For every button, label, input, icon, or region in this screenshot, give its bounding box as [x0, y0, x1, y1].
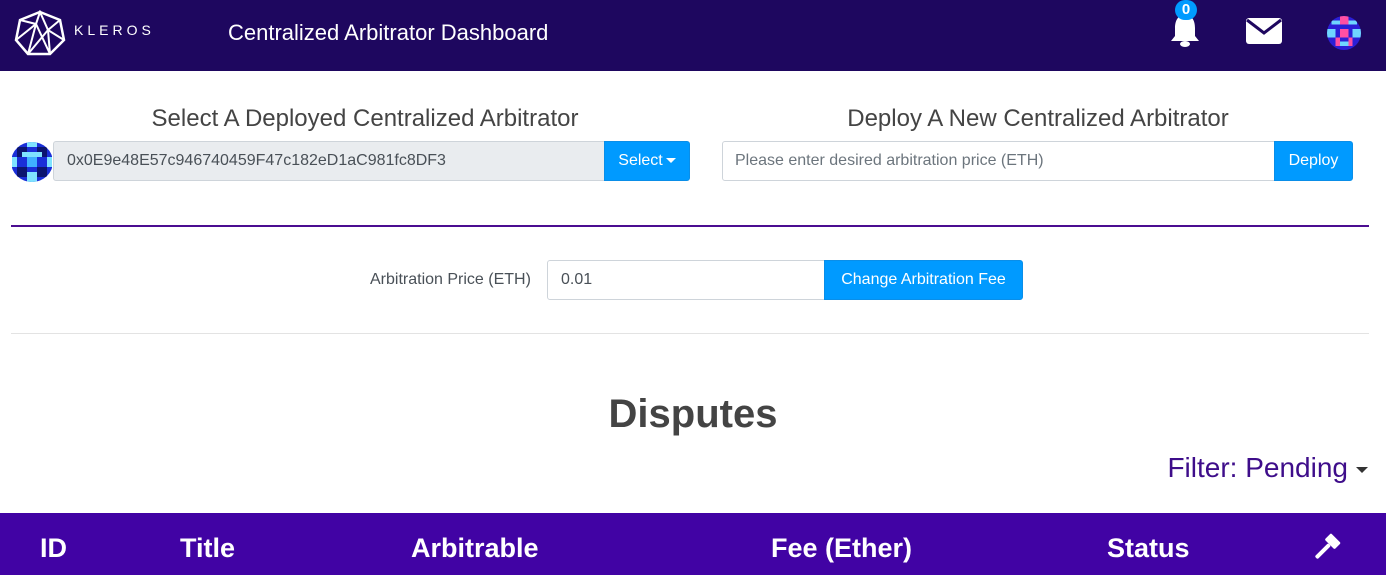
deploy-button[interactable]: Deploy: [1274, 141, 1353, 181]
arbitration-price-label: Arbitration Price (ETH): [370, 271, 531, 288]
filter-label: Filter: Pending: [1167, 452, 1348, 483]
arbitration-price-input[interactable]: [547, 260, 825, 300]
brand-name: KLEROS: [74, 22, 155, 38]
disputes-heading: Disputes: [608, 392, 778, 436]
column-header-id[interactable]: ID: [40, 533, 67, 564]
chevron-down-icon: [1356, 466, 1368, 473]
kleros-logo-icon[interactable]: [14, 10, 66, 56]
deploy-arbitrator-heading: Deploy A New Centralized Arbitrator: [847, 105, 1229, 132]
select-arbitrator-heading: Select A Deployed Centralized Arbitrator: [151, 105, 579, 132]
select-button-label: Select: [618, 152, 663, 169]
arbitrator-identicon-avatar: [12, 142, 52, 182]
column-header-fee[interactable]: Fee (Ether): [771, 533, 912, 564]
change-arbitration-fee-button[interactable]: Change Arbitration Fee: [824, 260, 1023, 300]
arbitrator-address-field[interactable]: [53, 141, 605, 181]
column-header-title[interactable]: Title: [180, 533, 235, 564]
gavel-icon: [1315, 533, 1341, 559]
section-divider: [11, 225, 1369, 227]
select-arbitrator-button[interactable]: Select: [604, 141, 690, 181]
top-navbar: KLEROS Centralized Arbitrator Dashboard …: [0, 0, 1386, 71]
column-header-status[interactable]: Status: [1107, 533, 1190, 564]
identicon-avatar[interactable]: [1327, 16, 1361, 50]
page-title: Centralized Arbitrator Dashboard: [228, 20, 549, 45]
mail-icon[interactable]: [1246, 18, 1282, 44]
chevron-down-icon: [665, 158, 676, 164]
notification-count-badge: 0: [1175, 0, 1197, 20]
fee-divider: [11, 333, 1369, 334]
column-header-arbitrable[interactable]: Arbitrable: [411, 533, 539, 564]
deploy-price-input[interactable]: [722, 141, 1275, 181]
disputes-table-header: ID Title Arbitrable Fee (Ether) Status: [0, 513, 1386, 575]
filter-dropdown[interactable]: Filter: Pending: [1167, 452, 1368, 484]
